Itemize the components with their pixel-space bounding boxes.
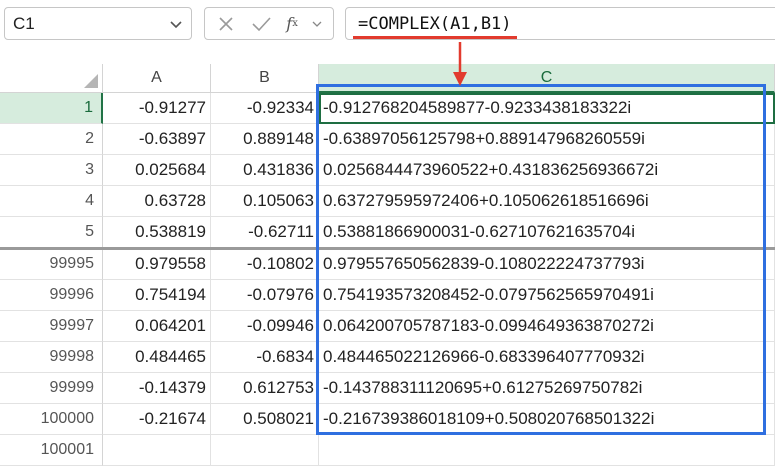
- select-all-icon: [84, 74, 98, 88]
- close-icon[interactable]: [216, 14, 236, 34]
- row-header[interactable]: 99995: [0, 249, 103, 280]
- formula-underline-annotation: [353, 35, 517, 39]
- table-row: 1 -0.91277 -0.92334 -0.912768204589877-0…: [0, 93, 775, 124]
- column-header-a[interactable]: A: [103, 64, 211, 93]
- row-header[interactable]: 99996: [0, 280, 103, 311]
- cell-a[interactable]: -0.14379: [103, 373, 211, 404]
- cell-c[interactable]: -0.143788311120695+0.61275269750782i: [319, 373, 775, 404]
- cell-a[interactable]: 0.025684: [103, 155, 211, 186]
- cell-b[interactable]: -0.09946: [211, 311, 319, 342]
- formula-value: =COMPLEX(A1,B1): [358, 13, 512, 34]
- row-header[interactable]: 99998: [0, 342, 103, 373]
- table-row: 99997 0.064201 -0.09946 0.06420070578718…: [0, 311, 775, 342]
- cell-c[interactable]: 0.064200705787183-0.0994649363870272i: [319, 311, 775, 342]
- cell-c[interactable]: 0.0256844473960522+0.431836256936672i: [319, 155, 775, 186]
- cell-a[interactable]: 0.63728: [103, 186, 211, 217]
- table-row: 5 0.538819 -0.62711 0.53881866900031-0.6…: [0, 217, 775, 248]
- row-header[interactable]: 100001: [0, 435, 103, 466]
- row-header[interactable]: 99999: [0, 373, 103, 404]
- fx-icon[interactable]: fx: [286, 14, 298, 33]
- cell-b[interactable]: 0.612753: [211, 373, 319, 404]
- column-header-b[interactable]: B: [211, 64, 319, 93]
- spreadsheet-grid: A B C 1 -0.91277 -0.92334 -0.91276820458…: [0, 52, 775, 467]
- cell-a[interactable]: 0.484465: [103, 342, 211, 373]
- cell-a[interactable]: 0.064201: [103, 311, 211, 342]
- cell-c[interactable]: 0.53881866900031-0.627107621635704i: [319, 217, 775, 248]
- cell-b[interactable]: -0.62711: [211, 217, 319, 248]
- check-icon[interactable]: [250, 14, 272, 34]
- row-header[interactable]: 99997: [0, 311, 103, 342]
- select-all-corner[interactable]: [0, 64, 103, 93]
- table-row: 100001: [0, 435, 775, 466]
- chevron-down-icon[interactable]: [312, 19, 322, 29]
- formula-bar-area: C1 fx =COMPLEX(A1,B1): [0, 0, 775, 52]
- cell-c[interactable]: 0.637279595972406+0.105062618516696i: [319, 186, 775, 217]
- table-row: 3 0.025684 0.431836 0.0256844473960522+0…: [0, 155, 775, 186]
- table-row: 99998 0.484465 -0.6834 0.484465022126966…: [0, 342, 775, 373]
- split-divider[interactable]: [0, 247, 775, 250]
- formula-text: =COMPLEX(A1,B1): [353, 13, 517, 39]
- column-headers: A B C: [0, 64, 775, 93]
- name-box-value: C1: [13, 13, 35, 33]
- cell-b[interactable]: -0.07976: [211, 280, 319, 311]
- cell-c[interactable]: 0.484465022126966-0.683396407770932i: [319, 342, 775, 373]
- cell-b[interactable]: -0.6834: [211, 342, 319, 373]
- row-header[interactable]: 1: [0, 93, 103, 124]
- cell-a[interactable]: -0.21674: [103, 404, 211, 435]
- cell-b[interactable]: -0.92334: [211, 93, 319, 124]
- column-header-c[interactable]: C: [319, 64, 775, 93]
- formula-buttons: fx: [204, 7, 334, 40]
- cell-c[interactable]: [319, 435, 775, 466]
- formula-input[interactable]: =COMPLEX(A1,B1): [345, 7, 775, 40]
- cell-b[interactable]: 0.431836: [211, 155, 319, 186]
- cell-b[interactable]: 0.508021: [211, 404, 319, 435]
- name-box[interactable]: C1: [4, 7, 192, 40]
- cell-c[interactable]: 0.754193573208452-0.0797562565970491i: [319, 280, 775, 311]
- cell-a[interactable]: 0.754194: [103, 280, 211, 311]
- table-row: 100000 -0.21674 0.508021 -0.216739386018…: [0, 404, 775, 435]
- row-header[interactable]: 4: [0, 186, 103, 217]
- row-header[interactable]: 100000: [0, 404, 103, 435]
- cell-a[interactable]: 0.538819: [103, 217, 211, 248]
- table-row: 99995 0.979558 -0.10802 0.97955765056283…: [0, 249, 775, 280]
- cell-b[interactable]: [211, 435, 319, 466]
- cell-a[interactable]: [103, 435, 211, 466]
- cell-b[interactable]: 0.889148: [211, 124, 319, 155]
- cell-a[interactable]: 0.979558: [103, 249, 211, 280]
- cell-c-active[interactable]: -0.912768204589877-0.9233438183322i: [319, 93, 775, 124]
- cell-a[interactable]: -0.91277: [103, 93, 211, 124]
- row-header[interactable]: 3: [0, 155, 103, 186]
- table-row: 4 0.63728 0.105063 0.637279595972406+0.1…: [0, 186, 775, 217]
- row-header[interactable]: 5: [0, 217, 103, 248]
- cell-b[interactable]: -0.10802: [211, 249, 319, 280]
- arrow-down-icon: [453, 42, 467, 86]
- cell-a[interactable]: -0.63897: [103, 124, 211, 155]
- cell-c[interactable]: -0.63897056125798+0.889147968260559i: [319, 124, 775, 155]
- table-row: 2 -0.63897 0.889148 -0.63897056125798+0.…: [0, 124, 775, 155]
- chevron-down-icon[interactable]: [169, 17, 183, 31]
- table-row: 99999 -0.14379 0.612753 -0.1437883111206…: [0, 373, 775, 404]
- cell-b[interactable]: 0.105063: [211, 186, 319, 217]
- cell-c[interactable]: 0.979557650562839-0.108022224737793i: [319, 249, 775, 280]
- row-header[interactable]: 2: [0, 124, 103, 155]
- table-row: 99996 0.754194 -0.07976 0.75419357320845…: [0, 280, 775, 311]
- cell-c[interactable]: -0.216739386018109+0.508020768501322i: [319, 404, 775, 435]
